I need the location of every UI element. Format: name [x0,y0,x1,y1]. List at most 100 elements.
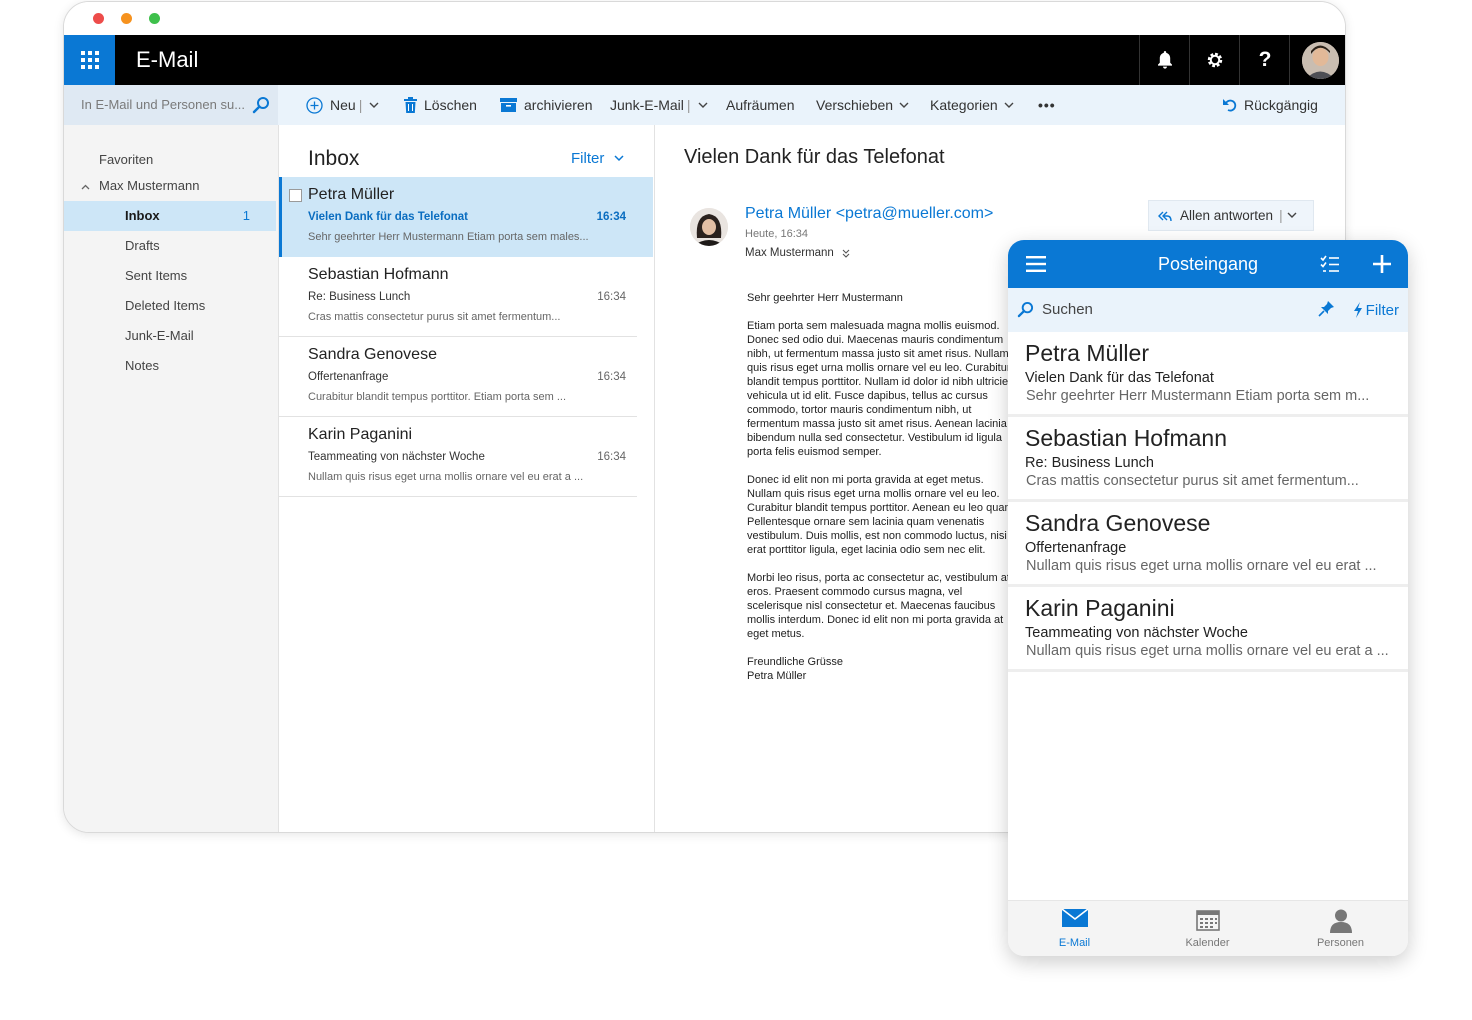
message-preview: Sehr geehrter Herr Mustermann Etiam port… [308,231,589,243]
junk-label: Junk-E-Mail [610,97,684,113]
select-mode-button[interactable] [1318,240,1342,288]
message-sender: Sebastian Hofmann [1025,425,1228,451]
sender-avatar [690,208,728,246]
filter-dropdown[interactable]: Filter [571,150,624,167]
folder-label: Sent Items [125,268,188,283]
unread-count: 1 [242,208,250,223]
window-titlebar [64,2,1345,35]
chevron-down-icon [899,102,909,109]
recipient[interactable]: Max Mustermann [745,247,850,259]
mobile-message-item[interactable]: Karin Paganini Teammeating von nächster … [1008,587,1408,672]
settings-button[interactable] [1189,35,1240,85]
message-item[interactable]: Sebastian Hofmann Re: Business Lunch 16:… [279,257,653,337]
person-icon [1329,909,1352,933]
archive-button[interactable]: archivieren [500,85,592,125]
message-subject: Offertenanfrage [1025,540,1127,556]
mobile-filter-button[interactable]: Filter [1353,288,1399,332]
message-time: 16:34 [597,371,626,383]
sender-address[interactable]: Petra Müller <petra@mueller.com> [745,205,993,223]
tab-mail[interactable]: E-Mail [1008,901,1141,956]
tab-people[interactable]: Personen [1274,901,1407,956]
message-sender: Karin Paganini [308,426,413,443]
message-item[interactable]: Karin Paganini Teammeating von nächster … [279,417,653,497]
email-body: Sehr geehrter Herr Mustermann Etiam port… [747,292,1017,682]
account-button[interactable] [1289,35,1345,85]
mobile-filter-label: Filter [1365,301,1399,319]
more-icon: ••• [1038,97,1056,113]
folder-label: Notes [125,358,159,373]
command-bar: In E-Mail und Personen su... Neu | Lösch… [64,85,1345,125]
folder-junk[interactable]: Junk-E-Mail [64,321,276,351]
maximize-window-button[interactable] [149,13,160,24]
search-icon [1017,301,1034,318]
new-button[interactable]: Neu | [306,85,379,125]
message-preview: Nullam quis risus eget urna mollis ornar… [1026,558,1377,574]
chevron-down-icon[interactable] [698,102,708,109]
notifications-button[interactable] [1139,35,1190,85]
message-sender: Sandra Genovese [1025,510,1211,536]
folder-drafts[interactable]: Drafts [64,231,276,261]
folder-label: Deleted Items [125,298,206,313]
select-checkbox[interactable] [289,189,302,202]
search-placeholder: In E-Mail und Personen su... [81,97,246,112]
filter-label: Filter [571,150,605,167]
question-mark-icon: ? [1258,48,1272,71]
mobile-header: Posteingang [1008,240,1408,288]
app-bar: E-Mail ? [64,35,1345,85]
folder-sent-items[interactable]: Sent Items [64,261,276,291]
folder-deleted-items[interactable]: Deleted Items [64,291,276,321]
reply-all-icon [1158,209,1172,223]
message-sender: Karin Paganini [1025,595,1175,621]
message-subject: Vielen Dank für das Telefonat [308,211,468,223]
mobile-search-bar[interactable]: Suchen Filter [1008,288,1408,332]
compose-button[interactable] [1370,240,1394,288]
more-actions-button[interactable]: ••• [1038,85,1056,125]
chevron-down-icon[interactable] [369,102,379,109]
reply-all-label: Allen antworten [1180,208,1274,223]
message-item[interactable]: Sandra Genovese Offertenanfrage 16:34 Cu… [279,337,653,417]
delete-button[interactable]: Löschen [404,85,477,125]
message-preview: Nullam quis risus eget urna mollis ornar… [308,471,584,483]
bell-icon [1157,51,1173,69]
folder-inbox[interactable]: Inbox 1 [64,201,276,231]
close-window-button[interactable] [93,13,104,24]
recipient-name: Max Mustermann [745,247,834,259]
chevron-down-icon[interactable] [1287,212,1297,219]
mobile-message-item[interactable]: Sandra Genovese Offertenanfrage Nullam q… [1008,502,1408,587]
pin-icon[interactable] [1318,300,1335,317]
message-item[interactable]: Petra Müller Vielen Dank für das Telefon… [279,177,653,257]
mobile-search-placeholder: Suchen [1042,301,1093,318]
message-time: 16:34 [597,451,626,463]
mobile-message-item[interactable]: Petra Müller Vielen Dank für das Telefon… [1008,332,1408,417]
help-button[interactable]: ? [1239,35,1290,85]
message-sender: Sebastian Hofmann [308,266,449,283]
message-list: Inbox Filter Petra Müller Vielen Dank fü… [279,125,655,832]
app-launcher-button[interactable] [64,35,115,85]
account-folder-group[interactable]: Max Mustermann [64,171,293,201]
mobile-tab-bar: E-Mail Kalender Personen [1008,900,1408,956]
message-preview: Cras mattis consectetur purus sit amet f… [308,311,561,323]
reply-all-button[interactable]: Allen antworten | [1148,200,1314,231]
message-preview: Curabitur blandit tempus porttitor. Etia… [308,391,567,403]
checklist-icon [1320,255,1340,273]
undo-button[interactable]: Rückgängig [1222,85,1318,125]
mobile-app: Posteingang Suchen Filter Petra Müller V… [1008,240,1408,956]
categorize-button[interactable]: Kategorien [930,85,1014,125]
undo-label: Rückgängig [1244,97,1318,113]
junk-button[interactable]: Junk-E-Mail | [610,85,708,125]
search-icon[interactable] [252,96,270,114]
message-subject: Teammeating von nächster Woche [308,451,485,463]
folder-notes[interactable]: Notes [64,351,276,381]
email-date: Heute, 16:34 [745,228,808,240]
sweep-button[interactable]: Aufräumen [726,85,794,125]
waffle-icon [80,51,99,69]
folder-label: Junk-E-Mail [125,328,194,343]
minimize-window-button[interactable] [121,13,132,24]
plus-icon [1372,254,1392,274]
message-preview: Cras mattis consectetur purus sit amet f… [1026,473,1359,489]
tab-calendar[interactable]: Kalender [1141,901,1274,956]
mobile-message-item[interactable]: Sebastian Hofmann Re: Business Lunch Cra… [1008,417,1408,502]
search-input[interactable]: In E-Mail und Personen su... [64,85,278,125]
archive-icon [500,98,517,112]
move-button[interactable]: Verschieben [816,85,909,125]
